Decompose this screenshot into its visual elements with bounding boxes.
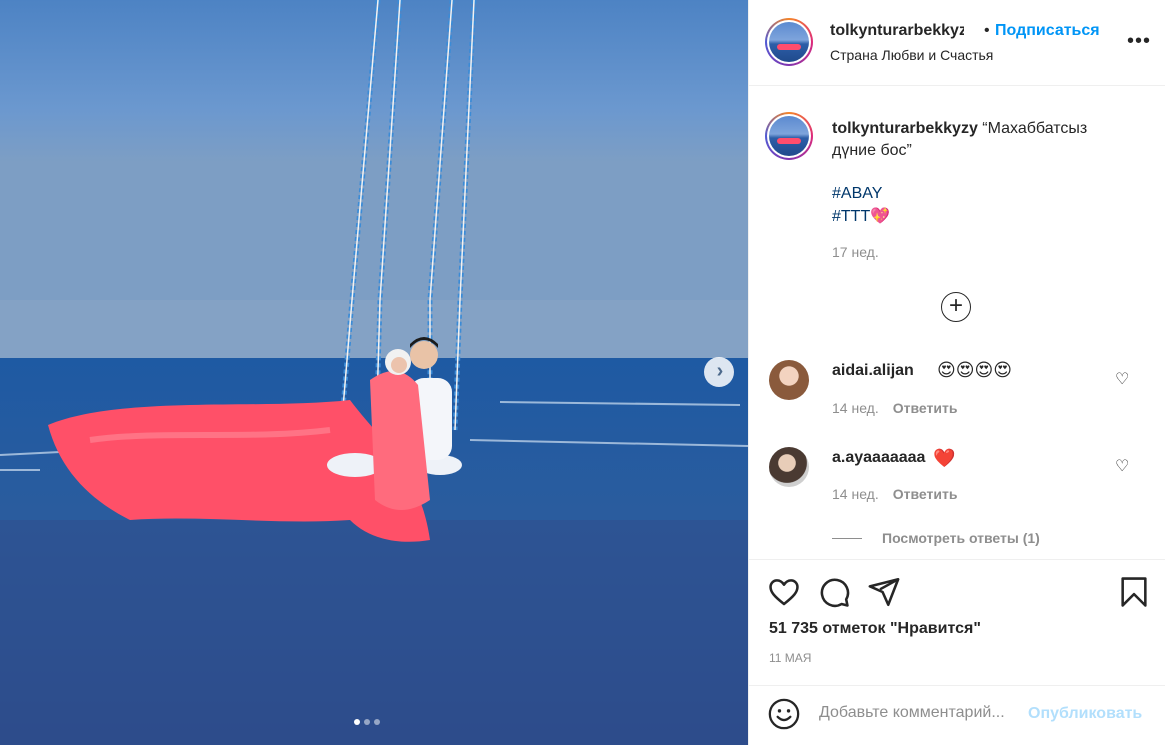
comment-like-icon[interactable]: ♡ xyxy=(1115,369,1129,389)
caption-username[interactable]: tolkynturarbekkyzy xyxy=(832,120,978,137)
comment-like-icon[interactable]: ♡ xyxy=(1115,456,1129,476)
heart-icon[interactable] xyxy=(767,575,801,609)
instagram-post: › tolkynturarbekkyzy • Подписаться Стран… xyxy=(0,0,1165,745)
comment-input[interactable] xyxy=(819,704,1024,722)
next-photo-button[interactable]: › xyxy=(704,357,734,387)
comment-meta: 14 нед. Ответить xyxy=(832,486,957,502)
post-date[interactable]: 11 МАЯ xyxy=(769,651,811,665)
publish-button[interactable]: Опубликовать xyxy=(1028,705,1142,723)
location-link[interactable]: Страна Любви и Счастья xyxy=(830,47,993,63)
likes-count[interactable]: 51 735 отметок "Нравится" xyxy=(769,620,981,638)
follow-button[interactable]: Подписаться xyxy=(995,22,1100,40)
carousel-dot xyxy=(364,719,370,725)
emoji-smile-icon[interactable] xyxy=(767,697,801,731)
commenter-username[interactable]: a.ayaaaaaaa xyxy=(832,449,925,467)
commenter-avatar[interactable] xyxy=(769,360,809,400)
post-caption: tolkynturarbekkyzy “Махаббатсыз дүние бо… xyxy=(832,118,1132,162)
caption-hashtags: #ABAY #TTT💖 xyxy=(832,182,890,228)
comment-text: 😍😍😍😍 xyxy=(937,360,1013,380)
sparkling-heart-emoji: 💖 xyxy=(870,208,891,225)
view-replies-label: Посмотреть ответы (1) xyxy=(882,530,1040,546)
chevron-right-icon: › xyxy=(716,360,724,382)
commenter-username[interactable]: aidai.alijan xyxy=(832,362,914,380)
caption-author-avatar[interactable] xyxy=(765,112,813,160)
reply-button[interactable]: Ответить xyxy=(893,400,958,416)
comment-timestamp[interactable]: 14 нед. xyxy=(832,400,879,416)
post-actions: 51 735 отметок "Нравится" 11 МАЯ xyxy=(749,559,1165,686)
more-options-icon[interactable]: ••• xyxy=(1127,30,1151,53)
carousel-dot xyxy=(374,719,380,725)
comment-meta: 14 нед. Ответить xyxy=(832,400,957,416)
comment-timestamp[interactable]: 14 нед. xyxy=(832,486,879,502)
bookmark-icon[interactable] xyxy=(1117,575,1151,609)
carousel-dot-active xyxy=(354,719,360,725)
separator-dot: • xyxy=(984,22,990,39)
commenter-avatar[interactable] xyxy=(769,447,809,487)
author-username[interactable]: tolkynturarbekkyzy xyxy=(830,22,964,40)
photo-scene xyxy=(0,0,748,745)
carousel-indicator xyxy=(354,719,380,725)
comment-text: ❤️ xyxy=(933,448,956,468)
post-header: tolkynturarbekkyzy • Подписаться Страна … xyxy=(749,0,1165,86)
reply-button[interactable]: Ответить xyxy=(893,486,958,502)
author-avatar[interactable] xyxy=(765,18,813,66)
post-photo[interactable]: › xyxy=(0,0,748,745)
replies-divider xyxy=(832,537,862,539)
post-side-panel: tolkynturarbekkyzy • Подписаться Страна … xyxy=(748,0,1165,745)
caption-timestamp[interactable]: 17 нед. xyxy=(832,244,879,260)
hashtag-link[interactable]: #ABAY xyxy=(832,182,890,205)
hashtag-link[interactable]: #TTT xyxy=(832,208,870,225)
share-icon[interactable] xyxy=(867,575,901,609)
comment-icon[interactable] xyxy=(817,575,851,609)
add-comment-bar: Опубликовать xyxy=(749,685,1165,745)
view-replies-button[interactable]: Посмотреть ответы (1) xyxy=(832,530,1040,546)
load-more-comments-button[interactable]: + xyxy=(941,292,971,322)
plus-circle-icon: + xyxy=(948,292,963,319)
